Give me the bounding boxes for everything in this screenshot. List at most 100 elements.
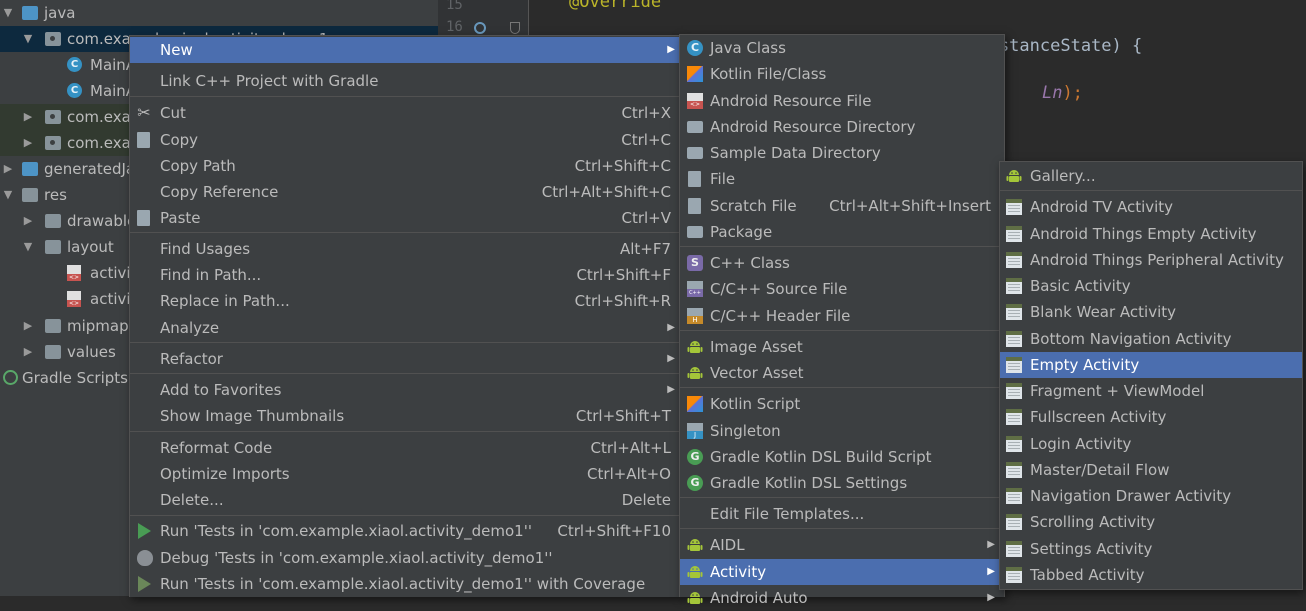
override-marker-icon[interactable]: [474, 22, 486, 34]
menu-separator: [130, 342, 680, 343]
chevron-right-icon[interactable]: ▶: [22, 313, 34, 339]
menu-item-delete[interactable]: Delete... Delete: [130, 487, 680, 513]
menu-item-activity-template[interactable]: Settings Activity: [1000, 536, 1302, 562]
menu-item-activity-template[interactable]: Scrolling Activity: [1000, 509, 1302, 535]
menu-item-activity-template[interactable]: Android Things Empty Activity: [1000, 221, 1302, 247]
menu-item-cpp-source-file[interactable]: C/C++ Source File: [680, 276, 1004, 302]
menu-item-find-in-path[interactable]: Find in Path... Ctrl+Shift+F: [130, 262, 680, 288]
chevron-down-icon[interactable]: ▼: [2, 182, 14, 208]
menu-item-cpp-header-file[interactable]: C/C++ Header File: [680, 303, 1004, 329]
menu-item-vector-asset[interactable]: Vector Asset: [680, 360, 1004, 386]
chevron-down-icon[interactable]: ▼: [22, 234, 34, 260]
menu-item-cpp-class[interactable]: S C++ Class: [680, 250, 1004, 276]
xml-file-icon: [67, 265, 81, 281]
submenu-arrow-icon: ▶: [667, 44, 675, 55]
menu-item-activity[interactable]: Activity ▶: [680, 559, 1004, 585]
menu-item-gradle-kotlin-build-script[interactable]: G Gradle Kotlin DSL Build Script: [680, 444, 1004, 470]
menu-item-kotlin-file[interactable]: Kotlin File/Class: [680, 61, 1004, 87]
menu-item-file[interactable]: File: [680, 166, 1004, 192]
menu-item-copy-path[interactable]: Copy Path Ctrl+Shift+C: [130, 153, 680, 179]
class-icon: C: [67, 83, 82, 98]
activity-template-icon: [1006, 199, 1022, 215]
menu-item-label: Empty Activity: [1030, 356, 1140, 374]
menu-item-activity-template[interactable]: Master/Detail Flow: [1000, 457, 1302, 483]
android-icon: [687, 341, 703, 353]
activity-template-icon: [1006, 331, 1022, 347]
chevron-down-icon[interactable]: ▼: [2, 0, 14, 26]
menu-item-java-class[interactable]: C Java Class: [680, 35, 1004, 61]
menu-item-cut[interactable]: ✂ Cut Ctrl+X: [130, 100, 680, 126]
menu-item-replace-in-path[interactable]: Replace in Path... Ctrl+Shift+R: [130, 288, 680, 314]
chevron-right-icon[interactable]: ▶: [22, 130, 34, 156]
menu-item-scratch-file[interactable]: Scratch File Ctrl+Alt+Shift+Insert: [680, 193, 1004, 219]
menu-item-analyze[interactable]: Analyze ▶: [130, 315, 680, 341]
menu-item-refactor[interactable]: Refactor ▶: [130, 346, 680, 372]
menu-item-singleton[interactable]: Singleton: [680, 418, 1004, 444]
menu-item-package[interactable]: Package: [680, 219, 1004, 245]
menu-item-activity-template[interactable]: Fragment + ViewModel: [1000, 378, 1302, 404]
menu-item-android-resource-file[interactable]: Android Resource File: [680, 88, 1004, 114]
menu-item-reformat-code[interactable]: Reformat Code Ctrl+Alt+L: [130, 435, 680, 461]
menu-item-optimize-imports[interactable]: Optimize Imports Ctrl+Alt+O: [130, 461, 680, 487]
file-icon: [688, 171, 701, 187]
menu-item-label: Android Auto: [710, 589, 808, 607]
run-icon: [138, 523, 151, 539]
chevron-down-icon[interactable]: ▼: [22, 26, 34, 52]
fold-marker-icon[interactable]: [510, 22, 520, 34]
chevron-right-icon[interactable]: ▶: [22, 104, 34, 130]
menu-item-show-image-thumbnails[interactable]: Show Image Thumbnails Ctrl+Shift+T: [130, 403, 680, 429]
menu-item-kotlin-script[interactable]: Kotlin Script: [680, 391, 1004, 417]
tree-item-label: java: [44, 4, 76, 22]
android-icon: [687, 539, 703, 551]
scratch-file-icon: [688, 198, 701, 214]
menu-separator: [130, 431, 680, 432]
resource-file-icon: [687, 93, 703, 109]
menu-item-empty-activity[interactable]: Empty Activity: [1000, 352, 1302, 378]
chevron-right-icon[interactable]: ▶: [22, 208, 34, 234]
menu-item-run-with-coverage[interactable]: Run 'Tests in 'com.example.xiaol.activit…: [130, 571, 680, 597]
menu-item-activity-template[interactable]: Bottom Navigation Activity: [1000, 326, 1302, 352]
menu-item-copy[interactable]: Copy Ctrl+C: [130, 127, 680, 153]
menu-item-debug-tests[interactable]: Debug 'Tests in 'com.example.xiaol.activ…: [130, 545, 680, 571]
menu-item-label: Paste: [160, 209, 201, 227]
menu-item-activity-template[interactable]: Tabbed Activity: [1000, 562, 1302, 588]
menu-item-label: Optimize Imports: [160, 465, 290, 483]
copy-icon: [137, 132, 150, 148]
chevron-right-icon[interactable]: ▶: [22, 339, 34, 365]
menu-item-activity-template[interactable]: Blank Wear Activity: [1000, 299, 1302, 325]
menu-item-label: Replace in Path...: [160, 292, 290, 310]
menu-item-activity-template[interactable]: Navigation Drawer Activity: [1000, 483, 1302, 509]
menu-separator: [680, 497, 1004, 498]
menu-item-android-auto[interactable]: Android Auto ▶: [680, 585, 1004, 611]
menu-item-activity-template[interactable]: Login Activity: [1000, 431, 1302, 457]
menu-item-copy-reference[interactable]: Copy Reference Ctrl+Alt+Shift+C: [130, 179, 680, 205]
menu-item-label: Settings Activity: [1030, 540, 1153, 558]
menu-item-paste[interactable]: Paste Ctrl+V: [130, 205, 680, 231]
menu-item-aidl[interactable]: AIDL ▶: [680, 532, 1004, 558]
chevron-right-icon[interactable]: ▶: [2, 156, 14, 182]
activity-template-icon: [1006, 278, 1022, 294]
menu-item-label: Reformat Code: [160, 439, 273, 457]
menu-item-activity-template[interactable]: Android Things Peripheral Activity: [1000, 247, 1302, 273]
menu-item-edit-file-templates[interactable]: Edit File Templates...: [680, 501, 1004, 527]
menu-item-gradle-kotlin-settings[interactable]: G Gradle Kotlin DSL Settings: [680, 470, 1004, 496]
code-italic-fragment: Ln: [1041, 83, 1063, 103]
menu-item-android-resource-directory[interactable]: Android Resource Directory: [680, 114, 1004, 140]
menu-item-activity-template[interactable]: Android TV Activity: [1000, 194, 1302, 220]
tree-item-java[interactable]: ▼ java: [0, 0, 438, 26]
menu-item-find-usages[interactable]: Find Usages Alt+F7: [130, 236, 680, 262]
activity-template-icon: [1006, 226, 1022, 242]
menu-item-activity-template[interactable]: Fullscreen Activity: [1000, 404, 1302, 430]
menu-item-gallery[interactable]: Gallery...: [1000, 163, 1302, 189]
menu-item-run-tests[interactable]: Run 'Tests in 'com.example.xiaol.activit…: [130, 518, 680, 544]
menu-item-add-to-favorites[interactable]: Add to Favorites ▶: [130, 377, 680, 403]
menu-item-label: Link C++ Project with Gradle: [160, 72, 379, 90]
menu-item-sample-data-directory[interactable]: Sample Data Directory: [680, 140, 1004, 166]
menu-item-new[interactable]: New ▶: [130, 37, 680, 63]
menu-item-label: C++ Class: [710, 254, 790, 272]
cpp-source-icon: [687, 281, 703, 297]
menu-item-activity-template[interactable]: Basic Activity: [1000, 273, 1302, 299]
code-fragment-tail: );: [1062, 83, 1083, 103]
menu-item-image-asset[interactable]: Image Asset: [680, 334, 1004, 360]
menu-item-link-cpp[interactable]: Link C++ Project with Gradle: [130, 68, 680, 94]
